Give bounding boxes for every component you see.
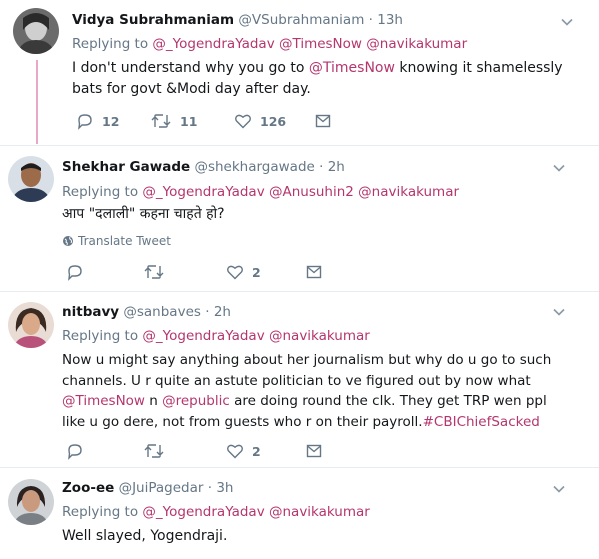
mention-link[interactable]: @navikakumar [366, 36, 467, 52]
display-name[interactable]: Vidya Subrahmaniam [72, 12, 234, 28]
like-count: 2 [252, 264, 261, 280]
like-count: 2 [252, 443, 261, 459]
mention-link[interactable]: @navikakumar [269, 328, 370, 344]
replying-to: Replying to @_YogendraYadav @Anusuhin2 @… [62, 183, 459, 201]
mention-link[interactable]: @_YogendraYadav [142, 328, 264, 344]
thread-line [36, 60, 38, 144]
reply-button[interactable] [66, 263, 84, 281]
mention-link[interactable]: @TimesNow [309, 60, 395, 76]
reply-icon [68, 265, 82, 281]
user-handle[interactable]: @shekhargawade [194, 159, 314, 175]
reply-button[interactable]: 12 [76, 112, 119, 130]
tweet-nitbavy[interactable]: nitbavy @sanbaves · 2h Replying to @_Yog… [0, 292, 599, 467]
like-count: 126 [260, 113, 287, 129]
chevron-down-icon[interactable] [552, 161, 566, 175]
replying-to-label: Replying to [62, 504, 139, 520]
like-icon [227, 265, 243, 280]
tweet-header: Shekhar Gawade @shekhargawade · 2h [62, 158, 345, 176]
avatar[interactable] [8, 156, 54, 202]
tweet-header: nitbavy @sanbaves · 2h [62, 303, 231, 321]
retweet-button[interactable] [143, 442, 165, 460]
text-segment: Now u might say anything about her journ… [62, 352, 552, 389]
like-button[interactable]: 126 [234, 112, 286, 130]
display-name[interactable]: nitbavy [62, 304, 119, 320]
display-name[interactable]: Shekhar Gawade [62, 159, 190, 175]
like-icon [235, 114, 251, 129]
retweet-button[interactable]: 11 [150, 112, 197, 130]
message-icon [315, 114, 331, 128]
reply-icon [78, 114, 92, 130]
mention-link[interactable]: @Anusuhin2 [269, 184, 354, 200]
tweet-text: Now u might say anything about her journ… [62, 350, 574, 432]
timestamp[interactable]: 13h [377, 12, 403, 28]
message-icon [306, 444, 322, 458]
tweet-shekhar[interactable]: Shekhar Gawade @shekhargawade · 2h Reply… [0, 146, 599, 291]
tweet-text: I don't understand why you go to @TimesN… [72, 58, 567, 99]
tweet-vidya[interactable]: Vidya Subrahmaniam @VSubrahmaniam · 13h … [0, 0, 599, 145]
user-handle[interactable]: @sanbaves [123, 304, 201, 320]
retweet-icon [144, 265, 164, 279]
replying-to: Replying to @_YogendraYadav @navikakumar [62, 327, 370, 345]
hashtag-link[interactable]: #CBIChiefSacked [423, 414, 540, 430]
retweet-count: 11 [180, 113, 198, 129]
text-segment: n [144, 393, 163, 409]
separator-dot: · [207, 480, 213, 496]
message-button[interactable] [314, 112, 332, 130]
like-icon [227, 444, 243, 459]
retweet-icon [144, 444, 164, 458]
avatar[interactable] [13, 8, 59, 54]
mention-link[interactable]: @republic [162, 393, 230, 409]
tweet-header: Vidya Subrahmaniam @VSubrahmaniam · 13h [72, 11, 403, 29]
reply-icon [68, 444, 82, 460]
chevron-down-icon[interactable] [560, 15, 574, 29]
replying-to-label: Replying to [62, 184, 139, 200]
message-icon [306, 265, 322, 279]
separator-dot: · [205, 304, 210, 320]
mention-link[interactable]: @TimesNow [279, 36, 362, 52]
like-button[interactable]: 2 [226, 263, 261, 281]
replying-to-label: Replying to [72, 36, 149, 52]
tweet-text: Well slayed, Yogendraji. [62, 528, 228, 544]
translate-tweet-link[interactable]: Translate Tweet [62, 233, 171, 249]
chevron-down-icon[interactable] [552, 482, 566, 496]
mention-link[interactable]: @_YogendraYadav [152, 36, 274, 52]
reply-count: 12 [102, 113, 120, 129]
globe-icon [63, 236, 73, 246]
tweet-text: आप "दलाली" कहना चाहते हो? [62, 206, 225, 222]
user-handle[interactable]: @JuiPagedar [119, 480, 204, 496]
avatar[interactable] [8, 479, 54, 525]
timestamp[interactable]: 2h [214, 304, 231, 320]
replying-to: Replying to @_YogendraYadav @TimesNow @n… [72, 35, 467, 53]
tweet-header: Zoo-ee @JuiPagedar · 3h [62, 479, 233, 497]
text-segment: I don't understand why you go to [72, 60, 309, 76]
tweet-zooee[interactable]: Zoo-ee @JuiPagedar · 3h Replying to @_Yo… [0, 468, 599, 559]
translate-label: Translate Tweet [78, 234, 171, 248]
user-handle[interactable]: @VSubrahmaniam [238, 12, 364, 28]
separator-dot: · [319, 159, 324, 175]
replying-to: Replying to @_YogendraYadav @navikakumar [62, 503, 370, 521]
message-button[interactable] [305, 442, 323, 460]
reply-button[interactable] [66, 442, 84, 460]
mention-link[interactable]: @navikakumar [269, 504, 370, 520]
separator-dot: · [368, 12, 373, 28]
mention-link[interactable]: @_YogendraYadav [142, 504, 264, 520]
display-name[interactable]: Zoo-ee [62, 480, 114, 496]
replying-to-label: Replying to [62, 328, 139, 344]
retweet-icon [151, 114, 171, 128]
timestamp[interactable]: 3h [216, 480, 233, 496]
retweet-button[interactable] [143, 263, 165, 281]
avatar[interactable] [8, 302, 54, 348]
chevron-down-icon[interactable] [552, 305, 566, 319]
mention-link[interactable]: @_YogendraYadav [142, 184, 264, 200]
like-button[interactable]: 2 [226, 442, 261, 460]
mention-link[interactable]: @TimesNow [62, 393, 145, 409]
mention-link[interactable]: @navikakumar [358, 184, 459, 200]
timestamp[interactable]: 2h [328, 159, 345, 175]
message-button[interactable] [305, 263, 323, 281]
